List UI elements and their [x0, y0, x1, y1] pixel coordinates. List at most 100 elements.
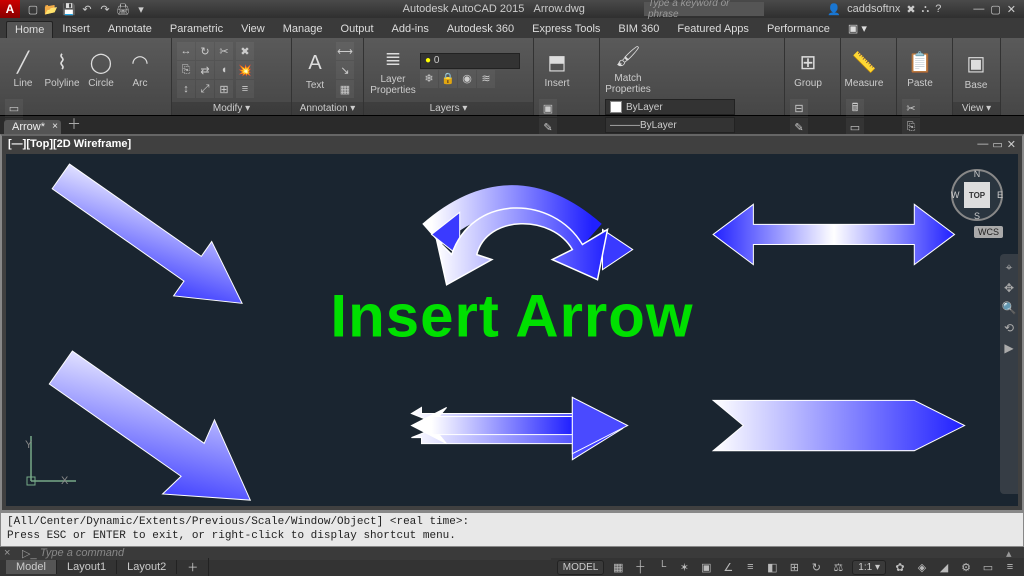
wcs-badge[interactable]: WCS — [974, 226, 1003, 238]
hardware-icon[interactable]: ⚙ — [958, 560, 974, 575]
view-cube-face[interactable]: TOP — [964, 182, 990, 208]
tab-layout2[interactable]: Layout2 — [117, 560, 177, 574]
tab-home[interactable]: Home — [6, 21, 53, 38]
favorites-icon[interactable]: ⛬ — [922, 3, 930, 16]
otrack-toggle-icon[interactable]: ∠ — [720, 560, 736, 575]
text-button[interactable]: AText — [297, 43, 333, 98]
tab-focus[interactable]: ▣ ▾ — [839, 19, 876, 38]
cut-icon[interactable]: ✂ — [902, 99, 920, 117]
freeze-icon[interactable]: ❄ — [420, 70, 438, 88]
line-button[interactable]: ╱Line — [5, 41, 41, 96]
user-name[interactable]: caddsoftnx — [847, 3, 900, 15]
circle-button[interactable]: ◯Circle — [83, 41, 119, 96]
layer-dropdown[interactable]: ● 0 — [420, 53, 520, 69]
tab-output[interactable]: Output — [332, 20, 383, 38]
tab-parametric[interactable]: Parametric — [161, 20, 232, 38]
tab-layout1[interactable]: Layout1 — [57, 560, 117, 574]
polyline-button[interactable]: ⌇Polyline — [44, 41, 80, 96]
transparency-toggle-icon[interactable]: ◧ — [764, 560, 780, 575]
arc-button[interactable]: ◠Arc — [122, 41, 158, 96]
dim-icon[interactable]: ⟷ — [336, 42, 354, 60]
tab-expresstools[interactable]: Express Tools — [523, 20, 609, 38]
ungroup-icon[interactable]: ⊟ — [790, 99, 808, 117]
stretch-icon[interactable]: ↕ — [177, 80, 195, 98]
add-layout-icon[interactable]: ＋ — [177, 558, 209, 576]
table-icon[interactable]: ▦ — [336, 80, 354, 98]
create-block-icon[interactable]: ▣ — [539, 99, 557, 117]
isodraft-icon[interactable]: ◢ — [936, 560, 952, 575]
explode-icon[interactable]: 💥 — [236, 61, 254, 79]
close-file-icon[interactable]: × — [52, 121, 58, 132]
app-menu-icon[interactable]: A — [0, 0, 20, 18]
erase-icon[interactable]: ✖ — [236, 42, 254, 60]
color-dropdown[interactable]: ByLayer — [605, 99, 735, 115]
osnap-toggle-icon[interactable]: ▣ — [698, 560, 714, 575]
panel-title-layers[interactable]: Layers ▾ — [364, 102, 533, 115]
zoom-icon[interactable]: 🔍 — [1002, 301, 1017, 315]
lock-icon[interactable]: 🔒 — [439, 70, 457, 88]
minimize-icon[interactable]: — — [973, 3, 984, 15]
trim-icon[interactable]: ✂ — [215, 42, 233, 60]
panel-title-annotation[interactable]: Annotation ▾ — [292, 102, 363, 115]
workspace-icon[interactable]: ✿ — [892, 560, 908, 575]
view-cube[interactable]: N S E W TOP — [951, 169, 1003, 221]
tab-performance[interactable]: Performance — [758, 20, 839, 38]
tab-bim360[interactable]: BIM 360 — [609, 20, 668, 38]
vp-close-icon[interactable]: ✕ — [1007, 138, 1016, 151]
tab-autodesk360[interactable]: Autodesk 360 — [438, 20, 523, 38]
drawing-canvas[interactable]: Insert Arrow N S E W TOP WCS ⌖ ✥ 🔍 ⟲ ▶ Y… — [6, 154, 1018, 506]
layer-properties-button[interactable]: ≣Layer Properties — [369, 43, 417, 98]
array-icon[interactable]: ⊞ — [215, 80, 233, 98]
file-tab-arrow[interactable]: Arrow*× — [4, 120, 61, 134]
rotate-icon[interactable]: ↻ — [196, 42, 214, 60]
new-file-tab[interactable]: ＋ — [67, 114, 81, 134]
fillet-icon[interactable]: ◖ — [215, 61, 233, 79]
redo-icon[interactable]: ↷ — [98, 2, 112, 16]
snap-toggle-icon[interactable]: ┼ — [632, 560, 648, 575]
viewport-label[interactable]: [—][Top][2D Wireframe] — [8, 138, 131, 150]
undo-icon[interactable]: ↶ — [80, 2, 94, 16]
search-input[interactable]: Type a keyword or phrase — [644, 2, 764, 16]
help-icon[interactable]: ? — [935, 3, 941, 15]
copy-icon[interactable]: ⎘ — [177, 61, 195, 79]
orbit-icon[interactable]: ⟲ — [1004, 321, 1014, 335]
save-icon[interactable]: 💾 — [62, 2, 76, 16]
ortho-toggle-icon[interactable]: └ — [654, 560, 670, 575]
tab-addins[interactable]: Add-ins — [383, 20, 438, 38]
pan-icon[interactable]: ✥ — [1004, 281, 1014, 295]
maximize-icon[interactable]: ▢ — [990, 3, 1000, 16]
qp-toggle-icon[interactable]: ⊞ — [786, 560, 802, 575]
vp-minimize-icon[interactable]: — — [977, 138, 988, 151]
command-history[interactable]: [All/Center/Dynamic/Extents/Previous/Sca… — [0, 512, 1024, 547]
move-icon[interactable]: ↔ — [177, 42, 195, 60]
open-icon[interactable]: 📂 — [44, 2, 58, 16]
tab-manage[interactable]: Manage — [274, 20, 332, 38]
mirror-icon[interactable]: ⇄ — [196, 61, 214, 79]
layoff-icon[interactable]: ◉ — [458, 70, 476, 88]
polar-toggle-icon[interactable]: ✶ — [676, 560, 692, 575]
paste-button[interactable]: 📋Paste — [902, 41, 938, 96]
model-space-button[interactable]: MODEL — [557, 560, 605, 575]
close-icon[interactable]: ✕ — [1007, 3, 1016, 16]
laymatch-icon[interactable]: ≋ — [477, 70, 495, 88]
measure-button[interactable]: 📏Measure — [846, 41, 882, 96]
base-button[interactable]: ▣Base — [958, 43, 994, 98]
qat-dropdown-icon[interactable]: ▾ — [134, 2, 148, 16]
grid-toggle-icon[interactable]: ▦ — [610, 560, 626, 575]
tab-view[interactable]: View — [232, 20, 274, 38]
group-button[interactable]: ⊞Group — [790, 41, 826, 96]
exchange-icon[interactable]: ✖ — [906, 3, 915, 16]
tab-annotate[interactable]: Annotate — [99, 20, 161, 38]
tab-featuredapps[interactable]: Featured Apps — [668, 20, 758, 38]
offset-icon[interactable]: ≡ — [236, 80, 254, 98]
lineweight-dropdown[interactable]: ——— ByLayer — [605, 117, 735, 133]
vp-restore-icon[interactable]: ▭ — [992, 138, 1002, 151]
annomonitor-icon[interactable]: ◈ — [914, 560, 930, 575]
tab-insert[interactable]: Insert — [53, 20, 99, 38]
new-icon[interactable]: ▢ — [26, 2, 40, 16]
insert-button[interactable]: ⬒Insert — [539, 41, 575, 96]
close-cmd-icon[interactable]: × — [4, 547, 18, 559]
scale-dropdown[interactable]: 1:1 ▾ — [852, 560, 886, 575]
lwdisplay-toggle-icon[interactable]: ≡ — [742, 560, 758, 575]
wheel-icon[interactable]: ⌖ — [1006, 260, 1013, 275]
